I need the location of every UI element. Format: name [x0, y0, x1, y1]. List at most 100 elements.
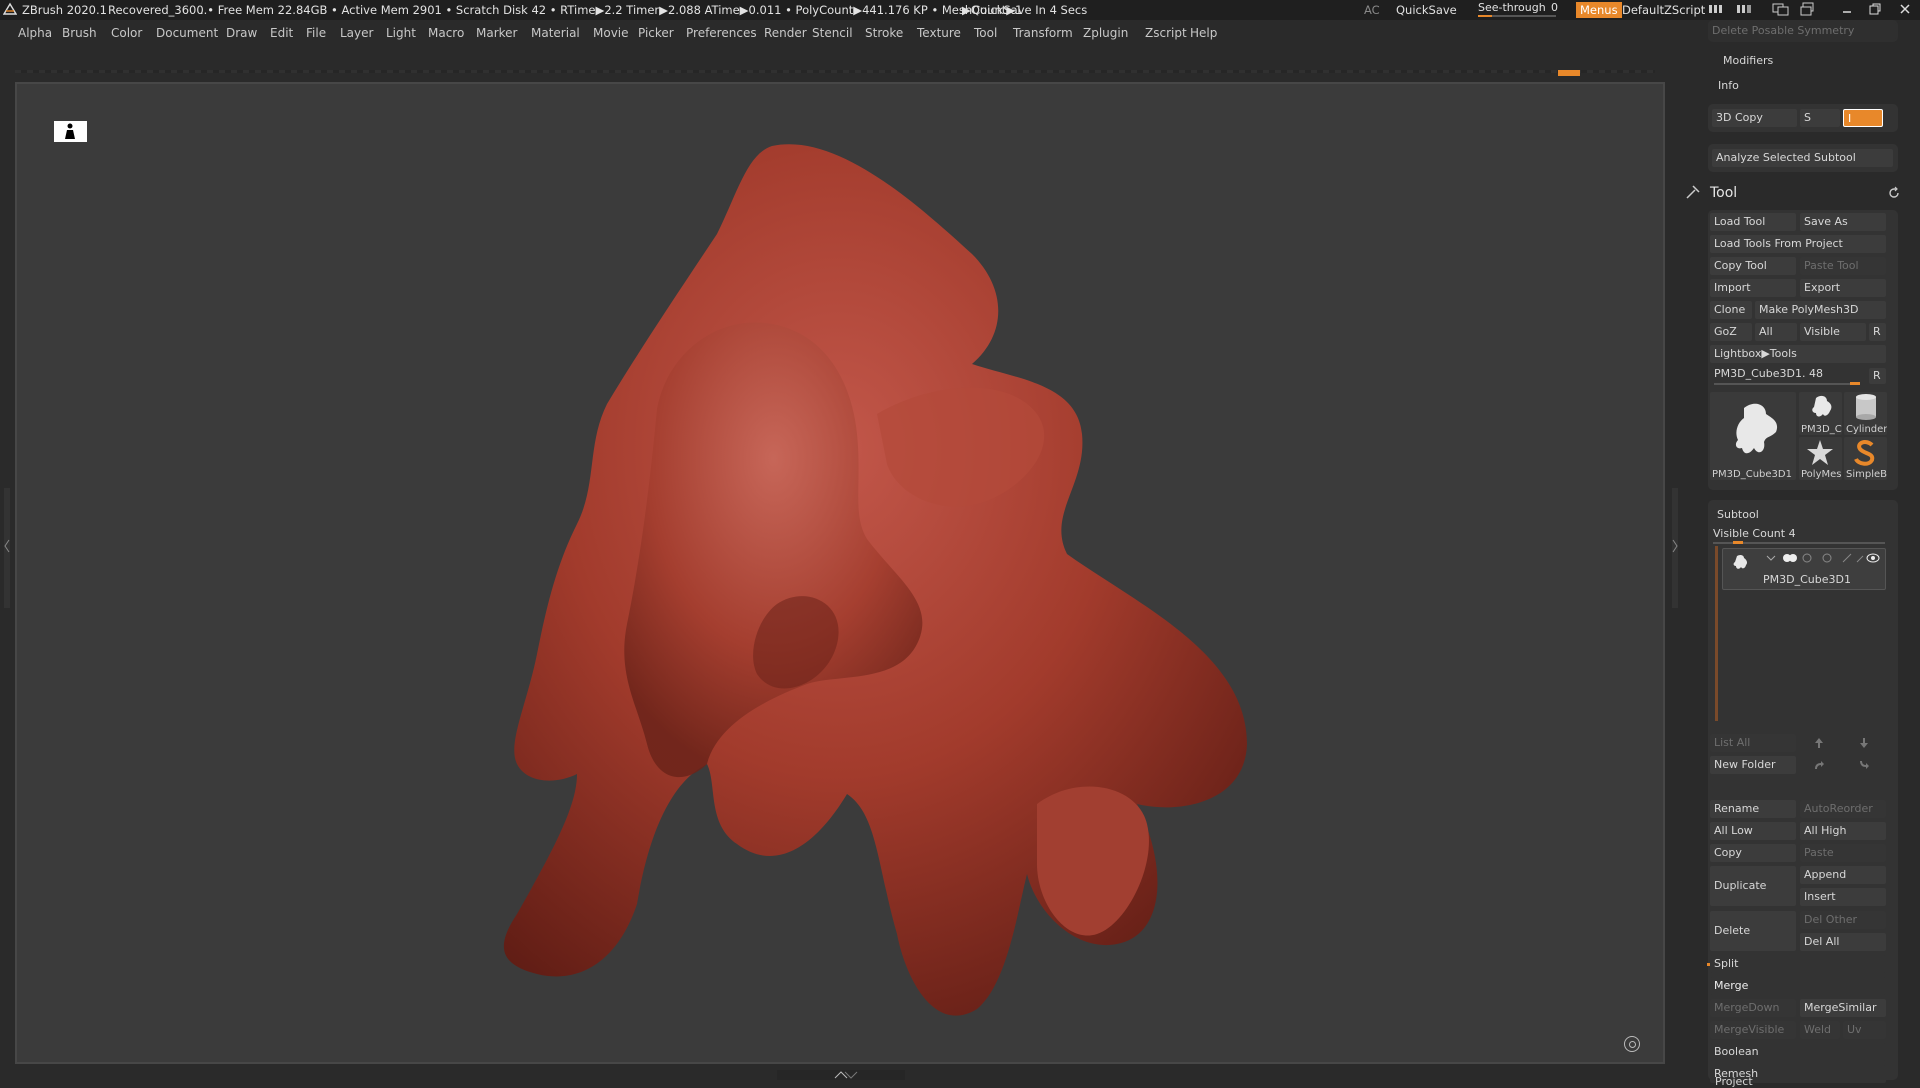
tool-r-button[interactable]: R [1869, 368, 1886, 384]
del-all-button[interactable]: Del All [1800, 933, 1886, 951]
tool-thumb-pm3d[interactable]: PM3D_C [1799, 392, 1842, 435]
menu-tool[interactable]: Tool [974, 26, 997, 40]
merge-visible-button[interactable]: MergeVisible [1710, 1021, 1796, 1039]
menu-draw[interactable]: Draw [226, 26, 257, 40]
menu-edit[interactable]: Edit [270, 26, 293, 40]
restore-icon[interactable] [1868, 2, 1882, 19]
rename-button[interactable]: Rename [1710, 800, 1796, 818]
quicksave-button[interactable]: QuickSave [1396, 3, 1457, 17]
del-other-button[interactable]: Del Other [1800, 911, 1886, 929]
menu-stencil[interactable]: Stencil [812, 26, 853, 40]
menu-layer[interactable]: Layer [340, 26, 373, 40]
append-button[interactable]: Append [1800, 866, 1886, 884]
refresh-icon[interactable] [1887, 186, 1901, 203]
all-low-button[interactable]: All Low [1710, 822, 1796, 840]
menu-file[interactable]: File [306, 26, 326, 40]
floor-target-icon[interactable] [1624, 1036, 1640, 1052]
bottom-tray-toggle[interactable] [777, 1070, 905, 1080]
load-tool-button[interactable]: Load Tool [1710, 213, 1796, 231]
layout-icon-2[interactable] [1736, 2, 1756, 19]
copy-button[interactable]: Copy [1710, 844, 1796, 862]
duplicate-button[interactable]: Duplicate [1710, 866, 1796, 906]
menu-zscript[interactable]: Zscript [1145, 26, 1187, 40]
menu-macro[interactable]: Macro [428, 26, 464, 40]
folder-up-arrow-icon[interactable] [1812, 758, 1826, 775]
tool-thumb-simpleb[interactable]: SimpleB [1844, 437, 1887, 480]
export-button[interactable]: Export [1800, 279, 1886, 297]
tool-slider[interactable] [1714, 382, 1860, 385]
left-tray-handle[interactable] [4, 488, 10, 608]
split-section[interactable]: Split [1710, 955, 1886, 973]
menu-zplugin[interactable]: Zplugin [1083, 26, 1128, 40]
menu-help[interactable]: Help [1190, 26, 1217, 40]
tool-title[interactable]: Tool [1710, 185, 1737, 201]
menu-transform[interactable]: Transform [1013, 26, 1073, 40]
see-through-slider[interactable] [1478, 15, 1556, 17]
tool-pin-icon[interactable] [1685, 184, 1701, 203]
goz-visible-button[interactable]: Visible [1800, 323, 1866, 341]
merge-down-button[interactable]: MergeDown [1710, 999, 1796, 1017]
menu-stroke[interactable]: Stroke [865, 26, 903, 40]
all-high-button[interactable]: All High [1800, 822, 1886, 840]
save-as-button[interactable]: Save As [1800, 213, 1886, 231]
goz-button[interactable]: GoZ [1710, 323, 1752, 341]
copy3d-i-button[interactable]: I [1843, 109, 1883, 127]
sculpt-mesh[interactable] [17, 84, 1665, 1064]
modifiers-section[interactable]: Modifiers [1723, 54, 1773, 67]
menu-movie[interactable]: Movie [593, 26, 629, 40]
tool-thumb-polymesh[interactable]: PolyMes [1799, 437, 1842, 480]
minimize-icon[interactable] [1840, 2, 1854, 19]
menus-toggle-button[interactable]: Menus [1576, 2, 1622, 18]
copy3d-s-button[interactable]: S [1800, 109, 1840, 127]
navigation-figure-icon[interactable] [54, 121, 87, 142]
make-polymesh3d-button[interactable]: Make PolyMesh3D [1755, 301, 1886, 319]
folder-down-arrow-icon[interactable] [1857, 758, 1871, 775]
copy3d-button[interactable]: 3D Copy [1712, 109, 1797, 127]
merge-similar-button[interactable]: MergeSimilar [1800, 999, 1886, 1017]
visible-count[interactable]: Visible Count 4 [1713, 527, 1796, 540]
paste-button[interactable]: Paste [1800, 844, 1886, 862]
current-tool-name[interactable]: PM3D_Cube3D1. 48 [1714, 367, 1823, 380]
import-button[interactable]: Import [1710, 279, 1796, 297]
menu-brush[interactable]: Brush [62, 26, 97, 40]
merge-section[interactable]: Merge [1710, 977, 1886, 995]
menu-marker[interactable]: Marker [476, 26, 517, 40]
tool-thumb-main[interactable]: PM3D_Cube3D1 [1710, 392, 1796, 480]
clone-button[interactable]: Clone [1710, 301, 1752, 319]
viewport-canvas[interactable] [15, 82, 1665, 1064]
subtool-scrollbar[interactable] [1715, 546, 1718, 721]
analyze-selected-subtool-button[interactable]: Analyze Selected Subtool [1712, 149, 1893, 167]
layout-icon-1[interactable] [1708, 2, 1728, 19]
window-layout-icon[interactable] [1772, 2, 1790, 19]
subtool-toggles-icon[interactable] [1763, 552, 1883, 564]
subtool-item[interactable]: PM3D_Cube3D1 [1722, 548, 1886, 590]
menu-texture[interactable]: Texture [917, 26, 961, 40]
paste-tool-button[interactable]: Paste Tool [1800, 257, 1886, 275]
default-zscript-button[interactable]: DefaultZScript [1622, 3, 1705, 17]
info-section[interactable]: Info [1718, 79, 1739, 92]
new-folder-button[interactable]: New Folder [1710, 756, 1796, 774]
project-section[interactable]: Project [1715, 1075, 1753, 1088]
list-all-button[interactable]: List All [1710, 734, 1796, 752]
auto-reorder-button[interactable]: AutoReorder [1800, 800, 1886, 818]
menu-color[interactable]: Color [111, 26, 142, 40]
right-tray-handle[interactable] [1672, 488, 1678, 608]
delete-button[interactable]: Delete [1710, 911, 1796, 951]
load-tools-from-project-button[interactable]: Load Tools From Project [1710, 235, 1886, 253]
menu-document[interactable]: Document [156, 26, 218, 40]
menu-light[interactable]: Light [386, 26, 416, 40]
move-down-arrow-icon[interactable] [1857, 736, 1871, 753]
delete-posable-symmetry-button[interactable]: Delete Posable Symmetry [1708, 22, 1896, 40]
visible-count-slider[interactable] [1713, 541, 1885, 544]
menu-picker[interactable]: Picker [638, 26, 674, 40]
move-up-arrow-icon[interactable] [1812, 736, 1826, 753]
boolean-section[interactable]: Boolean [1710, 1043, 1886, 1061]
menu-preferences[interactable]: Preferences [686, 26, 757, 40]
uv-button[interactable]: Uv [1843, 1021, 1886, 1039]
goz-r-button[interactable]: R [1869, 323, 1886, 341]
weld-button[interactable]: Weld [1800, 1021, 1840, 1039]
copy-tool-button[interactable]: Copy Tool [1710, 257, 1796, 275]
subtool-title[interactable]: Subtool [1717, 508, 1759, 521]
menu-material[interactable]: Material [531, 26, 580, 40]
menu-render[interactable]: Render [764, 26, 807, 40]
